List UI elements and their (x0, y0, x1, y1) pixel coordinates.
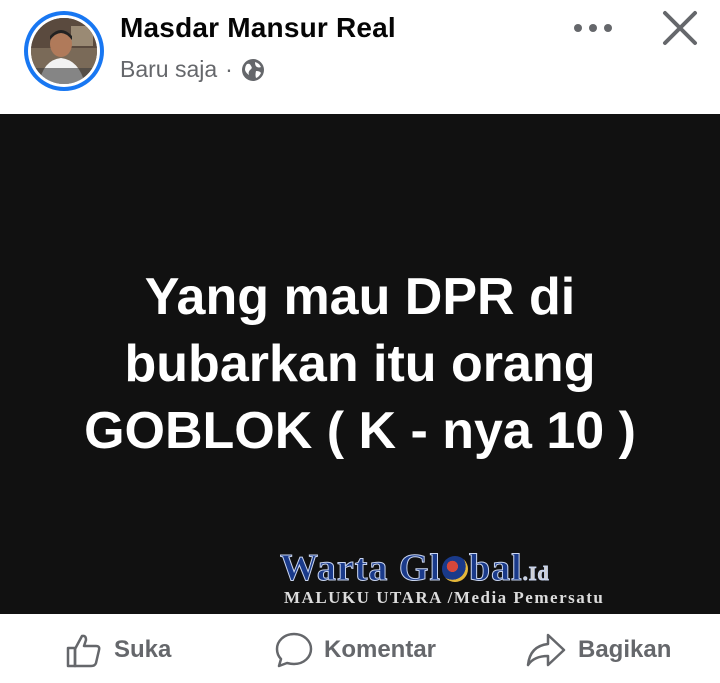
comment-button[interactable]: Komentar (274, 630, 436, 670)
post-image[interactable]: Yang mau DPR di bubarkan itu orang GOBLO… (0, 114, 720, 614)
globe-icon[interactable] (241, 58, 265, 82)
thumbs-up-icon (66, 634, 101, 668)
post-meta: Baru saja · (120, 56, 265, 83)
avatar-photo (31, 18, 97, 84)
watermark-title: Warta Gl bal.Id (279, 547, 550, 590)
post-text: Yang mau DPR di bubarkan itu orang GOBLO… (0, 264, 720, 465)
share-button[interactable]: Bagikan (524, 630, 671, 670)
post-text-line: Yang mau DPR di (144, 268, 576, 326)
share-label: Bagikan (578, 636, 672, 663)
like-button[interactable]: Suka (64, 630, 171, 670)
post-text-line: GOBLOK ( K - nya 10 ) (84, 402, 636, 460)
more-horizontal-icon (574, 24, 612, 32)
more-options-button[interactable] (570, 18, 616, 38)
comment-icon (275, 632, 313, 668)
comment-label: Komentar (324, 636, 437, 663)
author-name[interactable]: Masdar Mansur Real (120, 12, 396, 44)
post-header: Masdar Mansur Real Baru saja · (0, 0, 720, 114)
globe-ball-icon (442, 556, 469, 582)
avatar[interactable] (24, 11, 104, 91)
close-button[interactable] (660, 8, 700, 48)
post-actions: Suka Komentar Bagikan (0, 614, 720, 683)
like-label: Suka (114, 636, 172, 663)
post-text-line: bubarkan itu orang (124, 335, 596, 393)
close-icon (663, 11, 697, 45)
watermark-tld: .Id (522, 563, 550, 586)
meta-separator: · (225, 56, 233, 82)
watermark-logo: Warta Gl bal.Id MALUKU UTARA /Media Pemer… (279, 546, 650, 608)
post-timestamp[interactable]: Baru saja (120, 56, 217, 83)
share-icon (526, 633, 566, 667)
watermark-subtitle: MALUKU UTARA /Media Pemersatu (284, 588, 605, 607)
